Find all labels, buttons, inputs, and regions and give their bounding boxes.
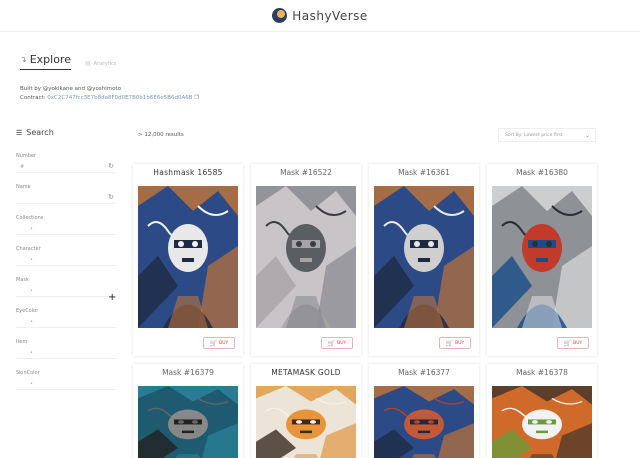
buy-label: BUY	[219, 340, 229, 346]
name-input[interactable]: ↻	[16, 192, 116, 204]
contract-address-link[interactable]: 0xC2C747fcc3E7b8da8F0d0E7B0b1b6E6e5B6d0A…	[47, 95, 192, 101]
filter-number: Number # ↻	[16, 153, 116, 173]
filter-item: Item •	[16, 339, 116, 359]
collections-select[interactable]: •	[16, 223, 116, 235]
plus-icon[interactable]: +	[108, 292, 116, 303]
card-title: Hashmask 16585	[153, 168, 223, 177]
cart-icon: 🛒	[445, 339, 454, 347]
tab-explore[interactable]: ↴ Explore	[20, 53, 71, 70]
filter-skincolor-label: SkinColor	[16, 370, 40, 376]
filter-character-label: Character	[16, 246, 41, 252]
search-heading: ☰ Search	[16, 128, 116, 137]
mask-select[interactable]: •	[16, 285, 116, 297]
buy-button[interactable]: 🛒 BUY	[203, 337, 235, 349]
nft-artwork[interactable]	[256, 186, 356, 328]
tab-bar: ↴ Explore ▤ Analytics	[20, 50, 116, 70]
nft-artwork[interactable]	[138, 386, 238, 458]
nft-artwork[interactable]	[492, 386, 592, 458]
filter-item-label: Item	[16, 339, 28, 345]
filter-mask: Mask •	[16, 277, 116, 297]
item-select[interactable]: •	[16, 347, 116, 359]
sort-label: Sort By: Lowest price first	[505, 132, 563, 138]
card-title: Mask #16379	[162, 368, 214, 377]
document-icon: ▤	[84, 60, 91, 67]
contract-line: Contract: 0xC2C747fcc3E7b8da8F0d0E7B0b1b…	[20, 95, 199, 101]
filter-skincolor: SkinColor •	[16, 370, 116, 390]
go-icon[interactable]: ↻	[108, 193, 114, 201]
built-by-text: Built by @yokikane and @yoshimoto	[20, 86, 121, 92]
buy-button[interactable]: 🛒 BUY	[321, 337, 353, 349]
filter-name-label: Name	[16, 184, 31, 190]
sort-select[interactable]: Sort By: Lowest price first ⌄	[498, 128, 596, 142]
buy-label: BUY	[337, 340, 347, 346]
buy-button[interactable]: 🛒 BUY	[439, 337, 471, 349]
chart-icon: ↴	[20, 55, 27, 64]
tab-explore-label: Explore	[29, 53, 71, 66]
tab-analytics[interactable]: ▤ Analytics	[85, 60, 116, 70]
tab-analytics-label: Analytics	[93, 60, 117, 67]
hashyverse-logo-icon[interactable]	[272, 8, 288, 23]
nft-artwork[interactable]	[256, 386, 356, 458]
nft-card[interactable]: Mask #16378	[487, 364, 597, 458]
nft-card[interactable]: Mask #16377	[369, 364, 479, 458]
number-input[interactable]: # ↻	[16, 161, 116, 173]
card-title: METAMASK GOLD	[271, 368, 341, 377]
cart-icon: 🛒	[209, 339, 218, 347]
skincolor-select[interactable]: •	[16, 378, 116, 390]
nft-artwork[interactable]	[374, 386, 474, 458]
filter-number-label: Number	[16, 153, 37, 159]
eyecolor-select[interactable]: •	[16, 316, 116, 328]
nft-card[interactable]: Mask #16379	[133, 364, 243, 458]
app-header: HashyVerse	[0, 0, 640, 32]
filter-collections: Collections •	[16, 215, 116, 235]
nft-card[interactable]: Hashmask 16585 🛒 BUY	[133, 164, 243, 356]
card-title: Mask #16522	[280, 168, 332, 177]
filter-mask-label: Mask	[16, 277, 29, 283]
chevron-down-icon: ⌄	[584, 131, 590, 139]
nft-card[interactable]: Mask #16380 🛒 BUY	[487, 164, 597, 356]
buy-label: BUY	[573, 340, 583, 346]
nft-artwork[interactable]	[138, 186, 238, 328]
contract-label: Contract:	[20, 95, 46, 101]
filter-eyecolor-label: EyeColor	[16, 308, 39, 314]
nft-card[interactable]: Mask #16361 🛒 BUY	[369, 164, 479, 356]
filter-sidebar: ☰ Search Number # ↻ Name ↻ Collections •…	[16, 128, 116, 401]
filter-eyecolor: EyeColor •	[16, 308, 116, 328]
nft-artwork[interactable]	[374, 186, 474, 328]
cart-icon: 🛒	[563, 339, 572, 347]
results-count: > 12,000 results	[138, 132, 184, 138]
search-title: Search	[26, 128, 54, 137]
filter-character: Character •	[16, 246, 116, 266]
go-icon[interactable]: ↻	[108, 162, 114, 170]
nft-card[interactable]: METAMASK GOLD	[251, 364, 361, 458]
buy-label: BUY	[455, 340, 465, 346]
app-title[interactable]: HashyVerse	[292, 9, 368, 23]
character-select[interactable]: •	[16, 254, 116, 266]
cart-icon: 🛒	[327, 339, 336, 347]
card-title: Mask #16380	[516, 168, 568, 177]
card-title: Mask #16377	[398, 368, 450, 377]
buy-button[interactable]: 🛒 BUY	[557, 337, 589, 349]
nft-artwork[interactable]	[492, 186, 592, 328]
card-title: Mask #16361	[398, 168, 450, 177]
copy-icon[interactable]: ❐	[194, 95, 199, 101]
filter-name: Name ↻	[16, 184, 116, 204]
search-icon: ☰	[16, 128, 23, 137]
card-title: Mask #16378	[516, 368, 568, 377]
filter-collections-label: Collections	[16, 215, 44, 221]
nft-card[interactable]: Mask #16522 🛒 BUY	[251, 164, 361, 356]
